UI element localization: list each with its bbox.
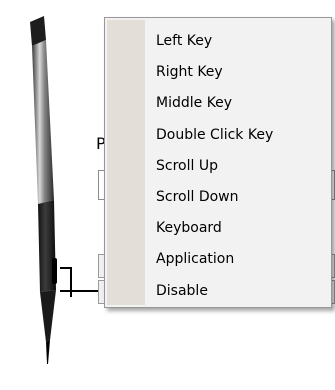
menu-item-keyboard[interactable]: Keyboard: [105, 213, 331, 244]
menu-item-scroll-down[interactable]: Scroll Down: [105, 182, 331, 213]
menu-item-list: Left Key Right Key Middle Key Double Cli…: [105, 26, 331, 307]
pen-settings-panel: P 0 Left Key Right Key Middle Key Double…: [0, 0, 335, 390]
menu-item-disable[interactable]: Disable: [105, 276, 331, 307]
switch-function-menu[interactable]: Left Key Right Key Middle Key Double Cli…: [104, 17, 332, 308]
menu-item-scroll-up[interactable]: Scroll Up: [105, 151, 331, 182]
callout-line-vertical: [70, 267, 72, 297]
pen-stylus-image: [30, 16, 57, 364]
menu-item-application[interactable]: Application: [105, 244, 331, 275]
menu-item-double-click-key[interactable]: Double Click Key: [105, 120, 331, 151]
menu-item-middle-key[interactable]: Middle Key: [105, 88, 331, 119]
menu-item-left-key[interactable]: Left Key: [105, 26, 331, 57]
menu-item-right-key[interactable]: Right Key: [105, 57, 331, 88]
